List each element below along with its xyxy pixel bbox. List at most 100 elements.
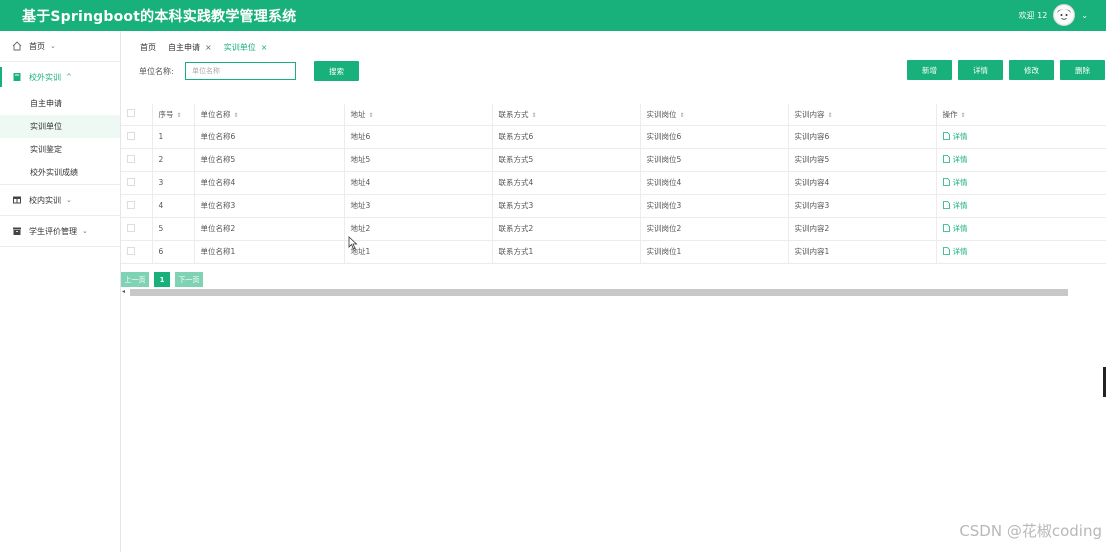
table-cell: 单位名称6: [194, 125, 345, 149]
select-all-cell[interactable]: [121, 104, 153, 126]
row-detail-link[interactable]: 详情: [942, 177, 968, 188]
column-header[interactable]: 单位名称 ⇕: [194, 104, 345, 126]
table-cell: 实训内容2: [788, 217, 937, 241]
row-checkbox[interactable]: [127, 246, 135, 255]
sidebar-group-student-evaluation[interactable]: 学生评价管理 ⌄: [0, 216, 120, 246]
row-action-cell[interactable]: 详情: [936, 194, 1106, 218]
row-detail-link[interactable]: 详情: [942, 223, 968, 234]
row-select-cell[interactable]: [121, 217, 153, 241]
row-action-cell[interactable]: 详情: [936, 171, 1106, 195]
edit-button[interactable]: 修改: [1009, 60, 1054, 80]
table-cell: 实训岗位1: [640, 240, 789, 264]
table-row[interactable]: 4 单位名称3 地址3 联系方式3 实训岗位3 实训内容3 详情: [121, 194, 1106, 218]
add-button[interactable]: 新增: [907, 60, 952, 80]
row-checkbox[interactable]: [127, 131, 135, 140]
table-row[interactable]: 2 单位名称5 地址5 联系方式5 实训岗位5 实训内容5 详情: [121, 148, 1106, 172]
unit-name-search-input[interactable]: 单位名称: [185, 62, 296, 80]
sidebar-item-training-unit[interactable]: 实训单位: [0, 115, 120, 138]
detail-button[interactable]: 详情: [958, 60, 1003, 80]
column-header[interactable]: 实训内容 ⇕: [788, 104, 937, 126]
row-detail-link[interactable]: 详情: [942, 200, 968, 211]
sidebar-item-label: 首页: [29, 41, 45, 51]
row-action-cell[interactable]: 详情: [936, 125, 1106, 149]
chevron-down-icon[interactable]: ⌄: [1081, 11, 1088, 20]
table-cell: 地址3: [344, 194, 493, 218]
table-row[interactable]: 6 单位名称1 地址1 联系方式1 实训岗位1 实训内容1 详情: [121, 240, 1106, 264]
sidebar-item-home[interactable]: 首页 ⌄: [0, 31, 120, 61]
column-header[interactable]: 操作 ⇕: [936, 104, 1106, 126]
avatar-face-icon: [1055, 6, 1074, 24]
table-cell: 地址5: [344, 148, 493, 172]
column-header[interactable]: 地址 ⇕: [344, 104, 493, 126]
tab-label: 自主申请: [168, 42, 200, 52]
table-row[interactable]: 1 单位名称6 地址6 联系方式6 实训岗位6 实训内容6 详情: [121, 125, 1106, 149]
tab-label: 首页: [140, 42, 156, 52]
table-cell: 实训岗位6: [640, 125, 789, 149]
top-header: 基于Springboot的本科实践教学管理系统 欢迎 12 ⌄: [0, 0, 1106, 31]
table-cell: 单位名称1: [194, 240, 345, 264]
mouse-cursor-icon: [348, 236, 358, 250]
chevron-up-icon: ^: [66, 73, 72, 81]
tab-home[interactable]: 首页: [140, 42, 156, 53]
row-checkbox[interactable]: [127, 154, 135, 163]
table-cell: 实训内容6: [788, 125, 937, 149]
scrollbar-thumb[interactable]: [130, 289, 1068, 296]
row-action-cell[interactable]: 详情: [936, 240, 1106, 264]
table-cell: 地址6: [344, 125, 493, 149]
table-cell: 地址4: [344, 171, 493, 195]
row-select-cell[interactable]: [121, 125, 153, 149]
table-cell: 实训内容1: [788, 240, 937, 264]
close-icon[interactable]: ×: [205, 43, 212, 52]
sort-icon: ⇕: [679, 111, 685, 119]
delete-button[interactable]: 删除: [1060, 60, 1105, 80]
row-action-cell[interactable]: 详情: [936, 217, 1106, 241]
sidebar-item-outside-scores[interactable]: 校外实训成绩: [0, 161, 120, 184]
row-detail-link[interactable]: 详情: [942, 154, 968, 165]
row-detail-link[interactable]: 详情: [942, 246, 968, 257]
current-page[interactable]: 1: [154, 272, 170, 287]
sidebar: 首页 ⌄ 校外实训 ^ 自主申请 实训单位 实训鉴定 校外实训成绩 校内实训 ⌄…: [0, 31, 121, 552]
table-cell: 实训内容4: [788, 171, 937, 195]
table-cell: 单位名称5: [194, 148, 345, 172]
sidebar-item-self-apply[interactable]: 自主申请: [0, 92, 120, 115]
sidebar-group-inside-training[interactable]: 校内实训 ⌄: [0, 185, 120, 215]
horizontal-scrollbar[interactable]: ◂: [121, 288, 1071, 297]
row-checkbox[interactable]: [127, 200, 135, 209]
search-label: 单位名称:: [139, 67, 174, 76]
document-icon: [942, 155, 950, 164]
sort-icon: ⇕: [531, 111, 537, 119]
user-menu[interactable]: 欢迎 12 ⌄: [1019, 4, 1088, 26]
scroll-left-icon[interactable]: ◂: [122, 288, 125, 295]
row-select-cell[interactable]: [121, 148, 153, 172]
row-select-cell[interactable]: [121, 194, 153, 218]
tab-training-unit[interactable]: 实训单位 ×: [224, 42, 268, 53]
avatar[interactable]: [1053, 4, 1076, 26]
detail-link-label: 详情: [952, 246, 968, 256]
row-detail-link[interactable]: 详情: [942, 131, 968, 142]
tab-label: 实训单位: [223, 42, 256, 52]
prev-page-button[interactable]: 上一页: [121, 272, 149, 287]
sort-icon: ⇕: [233, 111, 239, 119]
row-select-cell[interactable]: [121, 171, 153, 195]
row-select-cell[interactable]: [121, 240, 153, 264]
sort-icon: ⇕: [827, 111, 833, 119]
tab-self-apply[interactable]: 自主申请 ×: [168, 42, 212, 53]
column-header[interactable]: 实训岗位 ⇕: [640, 104, 789, 126]
next-page-button[interactable]: 下一页: [175, 272, 203, 287]
table-row[interactable]: 3 单位名称4 地址4 联系方式4 实训岗位4 实训内容4 详情: [121, 171, 1106, 195]
sort-icon: ⇕: [176, 111, 182, 119]
close-icon[interactable]: ×: [261, 43, 268, 52]
row-action-cell[interactable]: 详情: [936, 148, 1106, 172]
column-header[interactable]: 联系方式 ⇕: [492, 104, 641, 126]
search-button[interactable]: 搜索: [314, 61, 359, 81]
table-cell: 单位名称2: [194, 217, 345, 241]
select-all-checkbox[interactable]: [127, 109, 135, 118]
column-header[interactable]: 序号 ⇕: [152, 104, 195, 126]
sidebar-item-training-appraisal[interactable]: 实训鉴定: [0, 138, 120, 161]
row-checkbox[interactable]: [127, 177, 135, 186]
table-cell: 4: [152, 194, 195, 218]
table-cell: 3: [152, 171, 195, 195]
sidebar-group-outside-training[interactable]: 校外实训 ^: [0, 62, 120, 92]
table-row[interactable]: 5 单位名称2 地址2 联系方式2 实训岗位2 实训内容2 详情: [121, 217, 1106, 241]
row-checkbox[interactable]: [127, 223, 135, 232]
